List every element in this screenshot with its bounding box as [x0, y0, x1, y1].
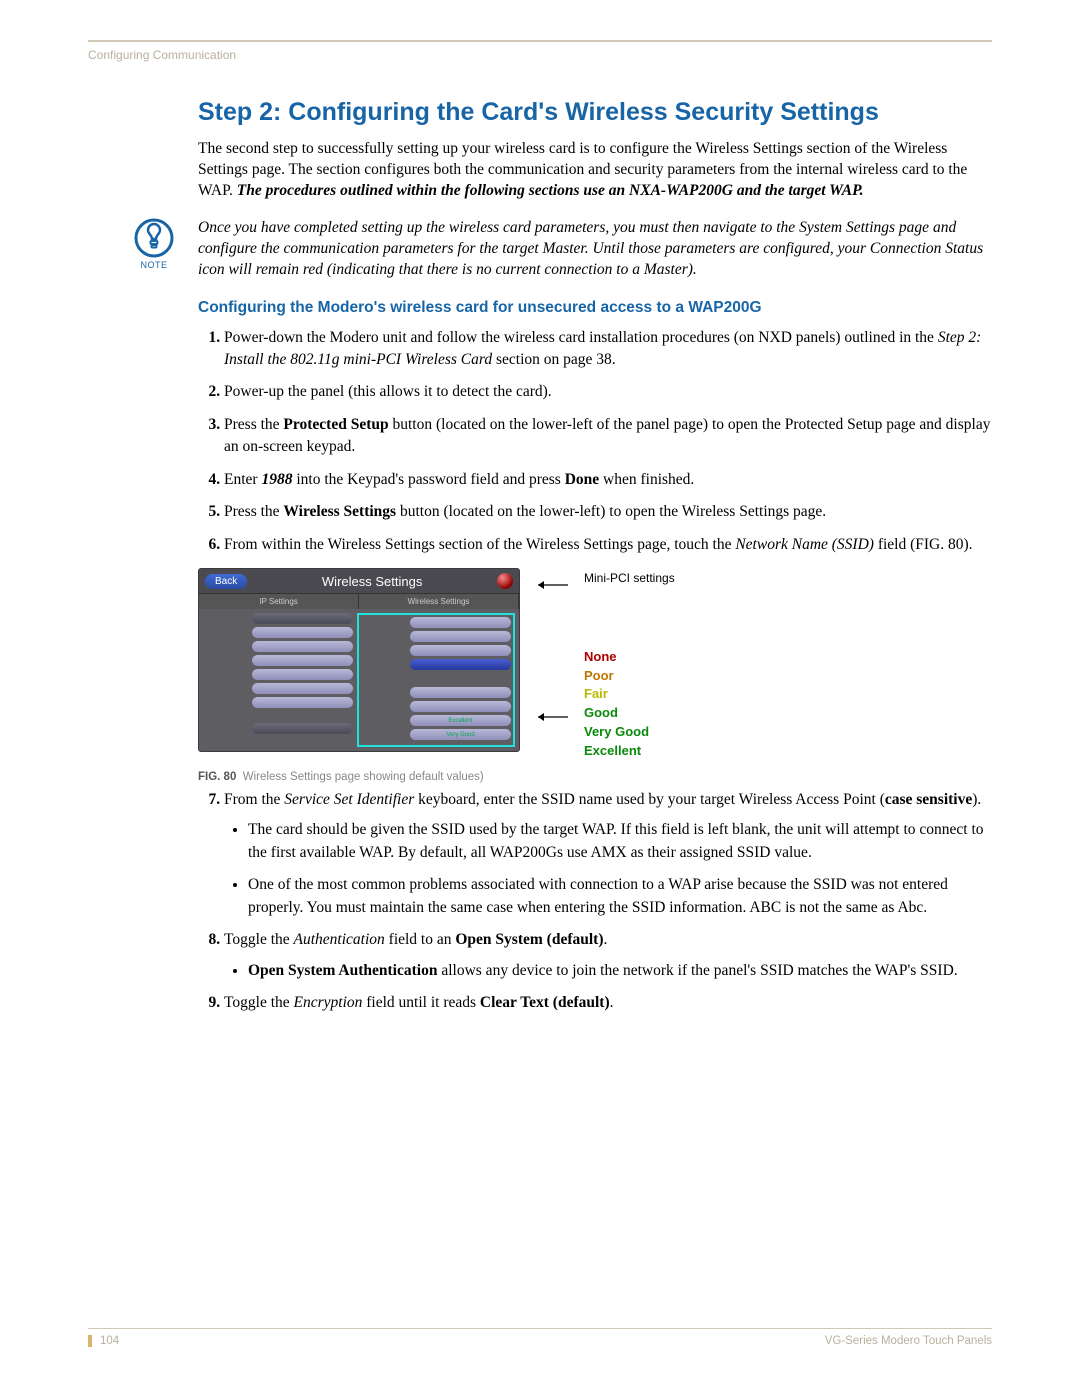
page-number: 104 — [88, 1335, 119, 1347]
ip-field[interactable] — [252, 627, 353, 638]
ip-field[interactable] — [252, 613, 353, 624]
footer-doc-title: VG-Series Modero Touch Panels — [825, 1335, 992, 1347]
step-3: Press the Protected Setup button (locate… — [224, 414, 992, 459]
quality-excellent: Excellent — [584, 742, 675, 761]
status-indicator-icon — [497, 573, 513, 589]
generate-button[interactable] — [410, 659, 511, 670]
step-4: Enter 1988 into the Keypad's password fi… — [224, 469, 992, 491]
step-1: Power-down the Modero unit and follow th… — [224, 327, 992, 372]
running-head: Configuring Communication — [88, 48, 992, 62]
step-6: From within the Wireless Settings sectio… — [224, 534, 992, 556]
ip-field[interactable] — [252, 669, 353, 680]
quality-very-good: Very Good — [584, 723, 675, 742]
ip-field[interactable] — [252, 655, 353, 666]
ssid-field[interactable] — [410, 617, 511, 628]
step-9: Toggle the Encryption field until it rea… — [224, 992, 992, 1014]
note-icon: NOTE — [130, 218, 178, 270]
quality-good: Good — [584, 704, 675, 723]
tab-wireless-settings[interactable]: Wireless Settings — [359, 594, 519, 609]
mini-pci-label: Mini-PCI settings — [584, 570, 675, 587]
step-7: From the Service Set Identifier keyboard… — [224, 789, 992, 919]
intro-paragraph: The second step to successfully setting … — [198, 139, 992, 202]
page-title: Step 2: Configuring the Card's Wireless … — [198, 98, 992, 127]
step-5: Press the Wireless Settings button (loca… — [224, 501, 992, 523]
step-2: Power-up the panel (this allows it to de… — [224, 381, 992, 403]
encryption-field[interactable] — [410, 645, 511, 656]
page-footer: 104 VG-Series Modero Touch Panels — [88, 1328, 992, 1347]
signal-strength-field: Very Good — [410, 729, 511, 740]
link-quality-field: Excellent — [410, 715, 511, 726]
field[interactable] — [410, 701, 511, 712]
step-7-bullet-2: One of the most common problems associat… — [248, 874, 992, 919]
quality-none: None — [584, 648, 675, 667]
ip-field[interactable] — [252, 723, 353, 734]
subheading: Configuring the Modero's wireless card f… — [198, 299, 992, 317]
screenshot-title: Wireless Settings — [255, 574, 489, 589]
note-label: NOTE — [130, 260, 178, 270]
figure-number: FIG. 80 — [198, 771, 236, 783]
figure-caption-text: Wireless Settings page showing default v… — [243, 771, 484, 783]
figure-side-labels: Mini-PCI settings None Poor Fair Good Ve… — [584, 568, 675, 760]
step-8: Toggle the Authentication field to an Op… — [224, 929, 992, 982]
mini-pci-settings-highlight: Excellent Very Good — [357, 613, 515, 747]
wireless-settings-screenshot: Back Wireless Settings IP Settings Wirel… — [198, 568, 520, 752]
quality-fair: Fair — [584, 685, 675, 704]
callout-arrows — [534, 568, 570, 752]
step-list: Power-down the Modero unit and follow th… — [198, 327, 992, 557]
field[interactable] — [410, 687, 511, 698]
step-8-bullet-1: Open System Authentication allows any de… — [248, 960, 992, 982]
ip-field[interactable] — [252, 697, 353, 708]
tab-ip-settings[interactable]: IP Settings — [199, 594, 359, 609]
figure-80: Back Wireless Settings IP Settings Wirel… — [198, 568, 992, 782]
ip-field[interactable] — [252, 683, 353, 694]
back-button[interactable]: Back — [205, 574, 247, 589]
ip-field[interactable] — [252, 641, 353, 652]
step-list-cont: From the Service Set Identifier keyboard… — [198, 789, 992, 1015]
step-7-bullet-1: The card should be given the SSID used b… — [248, 819, 992, 864]
figure-caption: FIG. 80 Wireless Settings page showing d… — [198, 771, 992, 783]
auth-field[interactable] — [410, 631, 511, 642]
note-text: Once you have completed setting up the w… — [198, 218, 992, 281]
quality-poor: Poor — [584, 667, 675, 686]
